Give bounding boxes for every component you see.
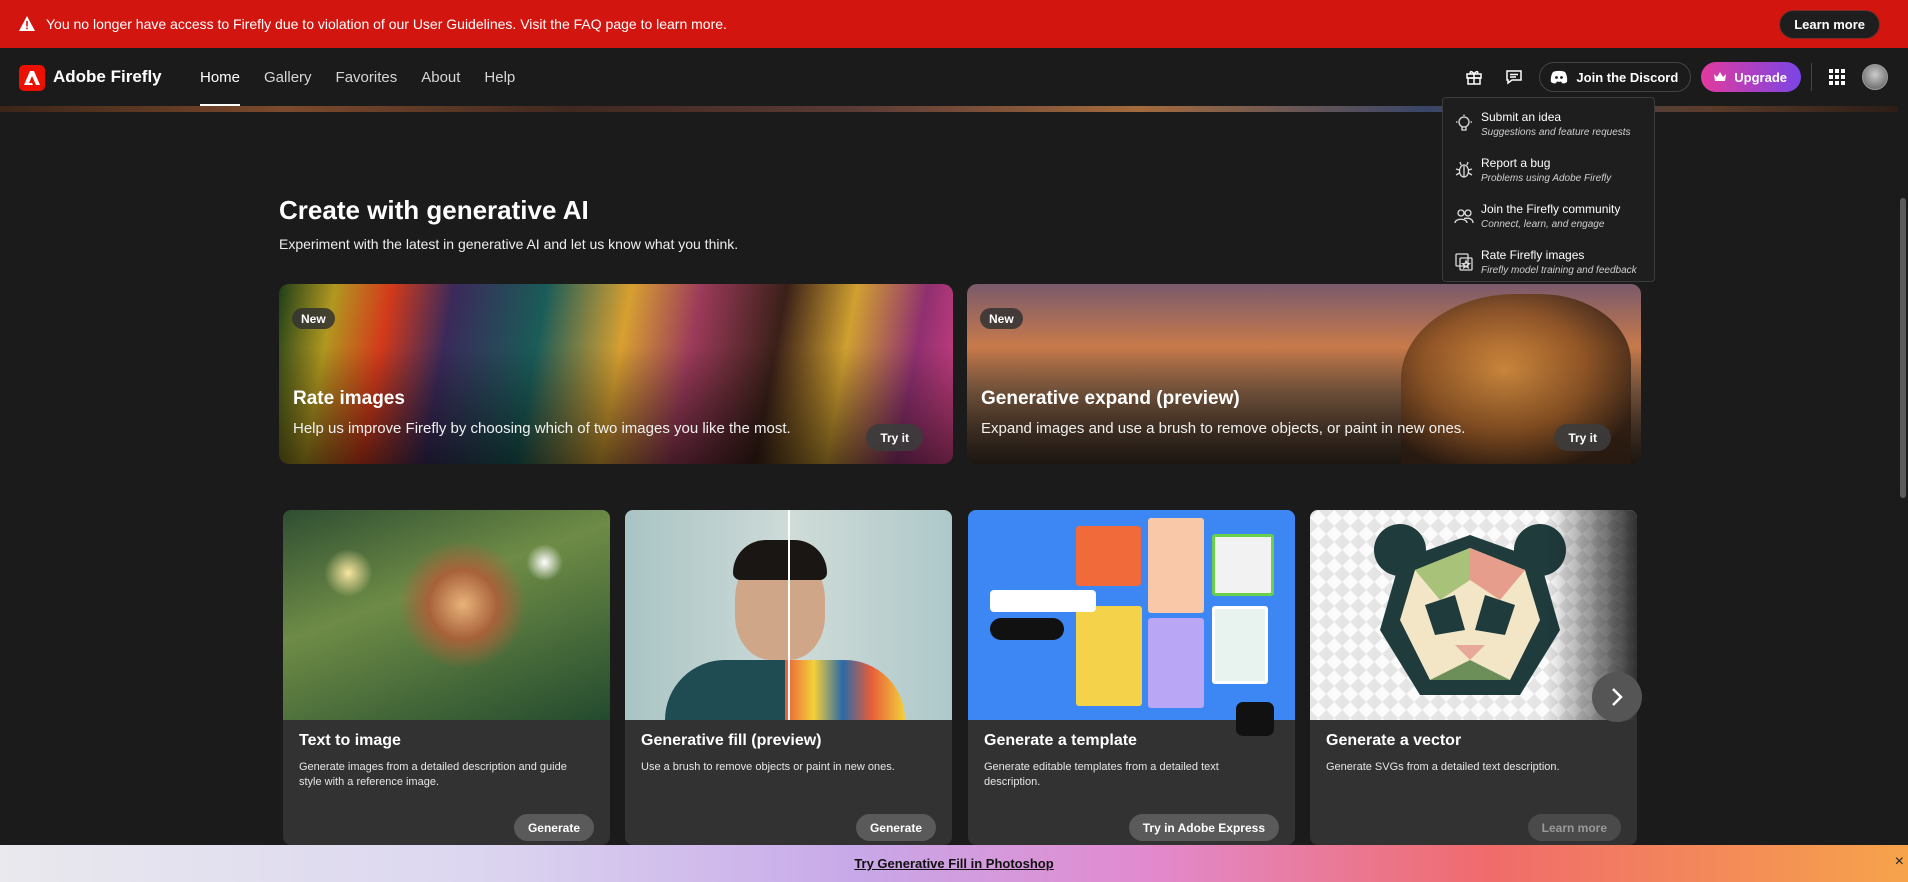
menu-item-title: Join the Firefly community — [1481, 202, 1621, 216]
menu-item-title: Report a bug — [1481, 156, 1551, 170]
menu-item-subtitle: Firefly model training and feedback — [1481, 265, 1637, 276]
card-description: Generate images from a detailed descript… — [299, 761, 567, 788]
warning-icon — [19, 16, 35, 31]
card-description: Use a brush to remove objects or paint i… — [641, 761, 895, 773]
feature-description: Expand images and use a brush to remove … — [981, 420, 1466, 437]
adobe-express-icon — [1236, 702, 1274, 736]
brand-name[interactable]: Adobe Firefly — [53, 67, 162, 87]
tab-gallery[interactable]: Gallery — [252, 48, 324, 106]
community-icon — [1454, 209, 1474, 224]
tab-favorites[interactable]: Favorites — [324, 48, 410, 106]
bug-icon — [1455, 161, 1473, 178]
tab-about[interactable]: About — [409, 48, 472, 106]
join-discord-button[interactable]: Join the Discord — [1539, 62, 1692, 92]
crown-icon — [1714, 72, 1727, 81]
chevron-right-icon — [1612, 688, 1623, 706]
menu-item-submit-idea[interactable]: Submit an idea Suggestions and feature r… — [1443, 102, 1654, 148]
card-generative-fill[interactable]: Generative fill (preview) Use a brush to… — [625, 510, 952, 845]
adobe-logo-icon[interactable] — [19, 65, 45, 91]
close-icon[interactable]: × — [1895, 853, 1904, 871]
lightbulb-icon — [1456, 114, 1472, 131]
tab-help[interactable]: Help — [472, 48, 527, 106]
panda-illustration — [1374, 524, 1566, 695]
try-in-adobe-express-button[interactable]: Try in Adobe Express — [1128, 814, 1279, 841]
menu-item-report-bug[interactable]: Report a bug Problems using Adobe Firefl… — [1443, 148, 1654, 194]
feature-generative-expand[interactable]: New Generative expand (preview) Expand i… — [967, 284, 1641, 464]
menu-item-rate-images[interactable]: Rate Firefly images Firefly model traini… — [1443, 240, 1654, 286]
menu-item-subtitle: Problems using Adobe Firefly — [1481, 173, 1612, 184]
rate-images-icon — [1455, 253, 1473, 271]
try-it-button[interactable]: Try it — [866, 424, 923, 451]
tab-home[interactable]: Home — [188, 48, 252, 106]
feedback-icon[interactable] — [1499, 62, 1529, 92]
upgrade-button[interactable]: Upgrade — [1701, 62, 1801, 92]
main-tabs: Home Gallery Favorites About Help — [188, 48, 527, 106]
access-alert-banner: You no longer have access to Firefly due… — [0, 0, 1908, 48]
page-title: Create with generative AI — [279, 195, 589, 225]
new-badge: New — [292, 308, 335, 329]
gift-icon[interactable] — [1459, 62, 1489, 92]
card-description: Generate SVGs from a detailed text descr… — [1326, 761, 1560, 773]
new-badge: New — [980, 308, 1023, 329]
feedback-menu: Submit an idea Suggestions and feature r… — [1442, 97, 1655, 282]
avatar[interactable] — [1862, 64, 1888, 90]
menu-item-join-community[interactable]: Join the Firefly community Connect, lear… — [1443, 194, 1654, 240]
generate-button[interactable]: Generate — [513, 814, 594, 841]
card-title: Generate a template — [984, 732, 1137, 749]
discord-label: Join the Discord — [1576, 69, 1679, 85]
menu-item-title: Submit an idea — [1481, 110, 1562, 124]
header-divider — [1811, 63, 1812, 91]
generate-button[interactable]: Generate — [855, 814, 936, 841]
feature-title: Rate images — [293, 388, 405, 409]
card-image — [1310, 510, 1637, 720]
card-text-to-image[interactable]: Text to image Generate images from a det… — [283, 510, 610, 845]
card-image — [625, 510, 952, 720]
learn-more-card-button[interactable]: Learn more — [1527, 814, 1621, 841]
apps-grid-icon[interactable] — [1822, 62, 1852, 92]
card-title: Generative fill (preview) — [641, 732, 822, 749]
menu-item-subtitle: Suggestions and feature requests — [1481, 127, 1631, 138]
scrollbar-thumb[interactable] — [1900, 198, 1906, 498]
upgrade-label: Upgrade — [1734, 69, 1787, 85]
card-image — [968, 510, 1295, 736]
try-generative-fill-link[interactable]: Try Generative Fill in Photoshop — [854, 856, 1053, 871]
menu-item-title: Rate Firefly images — [1481, 248, 1585, 262]
card-title: Text to image — [299, 732, 401, 749]
menu-item-subtitle: Connect, learn, and engage — [1481, 219, 1605, 230]
card-description: Generate editable templates from a detai… — [984, 761, 1219, 788]
card-title: Generate a vector — [1326, 732, 1462, 749]
feature-rate-images[interactable]: New Rate images Help us improve Firefly … — [279, 284, 953, 464]
try-it-button[interactable]: Try it — [1554, 424, 1611, 451]
alert-message: You no longer have access to Firefly due… — [46, 16, 727, 32]
page-subtitle: Experiment with the latest in generative… — [279, 236, 739, 252]
card-image — [283, 510, 610, 720]
feature-description: Help us improve Firefly by choosing whic… — [293, 420, 791, 437]
learn-more-button[interactable]: Learn more — [1779, 10, 1880, 39]
discord-icon — [1551, 70, 1568, 84]
carousel-next-button[interactable] — [1592, 672, 1642, 722]
card-generate-template[interactable]: Generate a template Generate editable te… — [968, 510, 1295, 845]
page-scrollbar[interactable] — [1898, 48, 1908, 845]
promo-banner: Try Generative Fill in Photoshop × — [0, 845, 1908, 882]
feature-title: Generative expand (preview) — [981, 388, 1240, 409]
card-generate-vector[interactable]: Generate a vector Generate SVGs from a d… — [1310, 510, 1637, 845]
